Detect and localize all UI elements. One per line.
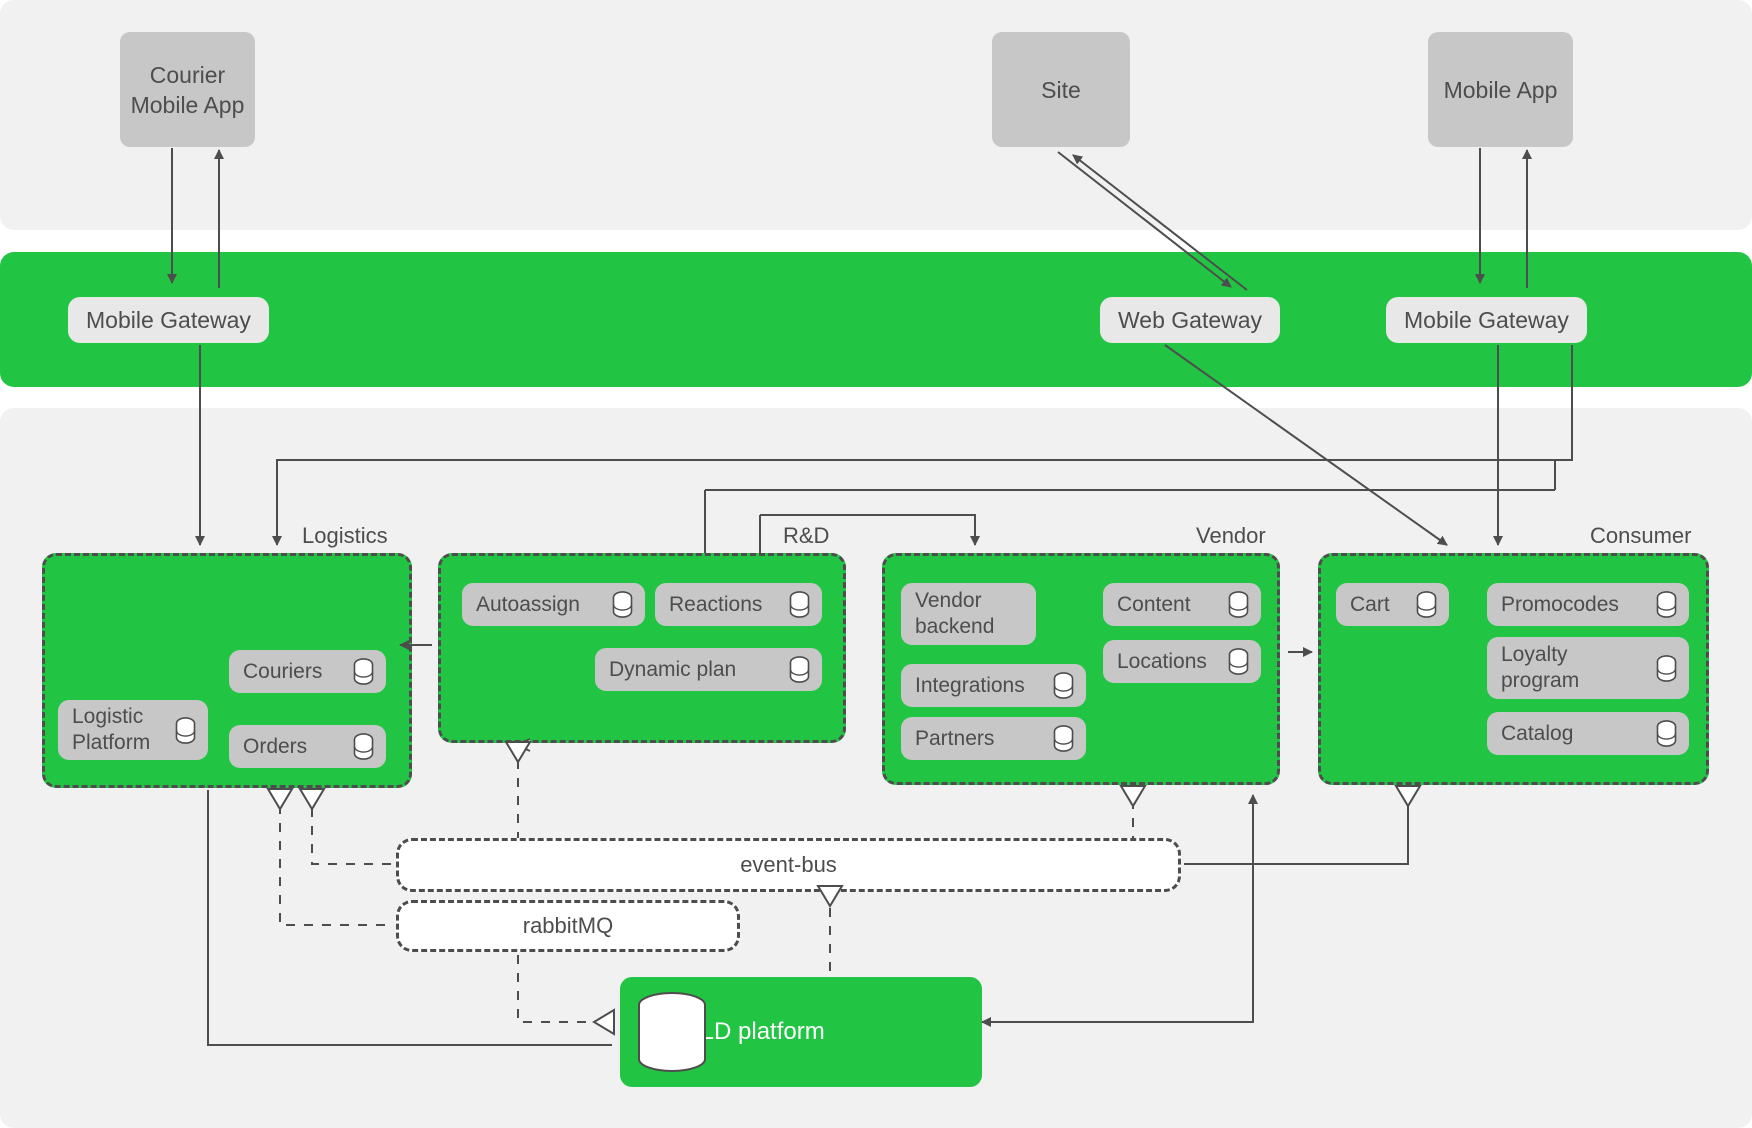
service-catalog[interactable]: Catalog (1487, 712, 1689, 755)
mysql-database-icon (638, 992, 706, 1072)
database-icon (1053, 725, 1074, 752)
database-icon (1228, 591, 1249, 618)
database-icon (1656, 654, 1677, 682)
gateway-label: Mobile Gateway (1404, 306, 1569, 333)
bus-event-bus[interactable]: event-bus (396, 838, 1181, 892)
database-icon (353, 658, 374, 685)
service-label: Cart (1350, 592, 1390, 616)
service-label: Dynamic plan (609, 657, 737, 681)
group-logistics-label: Logistics (302, 523, 388, 548)
bus-label: rabbitMQ (522, 913, 614, 938)
client-courier-mobile-app[interactable]: Courier Mobile App (120, 32, 255, 147)
bus-rabbitmq[interactable]: rabbitMQ (396, 900, 740, 952)
service-loyalty-program[interactable]: Loyalty program (1487, 637, 1689, 699)
service-locations[interactable]: Locations (1103, 640, 1261, 683)
database-icon (1053, 672, 1074, 699)
client-label: Mobile App (1443, 76, 1558, 103)
service-label: Couriers (243, 659, 323, 683)
gateway-web[interactable]: Web Gateway (1100, 297, 1281, 343)
gateway-label: Mobile Gateway (86, 306, 251, 333)
service-cart[interactable]: Cart (1336, 583, 1449, 626)
database-icon (1416, 591, 1437, 618)
client-mobile-app[interactable]: Mobile App (1428, 32, 1573, 147)
group-consumer-label: Consumer (1590, 523, 1692, 548)
service-content[interactable]: Content (1103, 583, 1261, 626)
service-label: Orders (243, 734, 308, 758)
service-partners[interactable]: Partners (901, 717, 1086, 760)
old-platform[interactable]: MySQL OLD platform (620, 977, 982, 1087)
service-couriers[interactable]: Couriers (229, 650, 386, 693)
service-orders[interactable]: Orders (229, 725, 386, 768)
service-label: Vendor backend (915, 589, 995, 638)
service-label: Integrations (915, 673, 1025, 697)
database-icon (1656, 591, 1677, 618)
service-label: Reactions (669, 592, 763, 616)
service-label: Promocodes (1501, 592, 1619, 616)
database-icon (789, 656, 810, 683)
service-label: Logistic Platform (72, 705, 151, 754)
service-label: Partners (915, 726, 995, 750)
service-label: Content (1117, 592, 1191, 616)
group-rnd-label: R&D (783, 523, 830, 548)
database-icon (1228, 648, 1249, 675)
client-site[interactable]: Site (992, 32, 1130, 147)
service-reactions[interactable]: Reactions (655, 583, 822, 626)
database-icon (175, 716, 196, 744)
bus-label: event-bus (740, 852, 837, 877)
client-label: Courier Mobile App (130, 61, 245, 118)
database-icon (1656, 720, 1677, 747)
service-integrations[interactable]: Integrations (901, 664, 1086, 707)
gateway-mobile-right[interactable]: Mobile Gateway (1386, 297, 1587, 343)
service-vendor-backend[interactable]: Vendor backend (901, 583, 1036, 645)
service-autoassign[interactable]: Autoassign (462, 583, 645, 626)
client-label: Site (1041, 76, 1081, 103)
service-label: Autoassign (476, 592, 580, 616)
gateway-label: Web Gateway (1118, 306, 1263, 333)
gateway-mobile-left[interactable]: Mobile Gateway (68, 297, 269, 343)
service-dynamic-plan[interactable]: Dynamic plan (595, 648, 822, 691)
group-vendor-label: Vendor (1196, 523, 1266, 548)
service-label: Catalog (1501, 721, 1574, 745)
database-icon (612, 591, 633, 618)
architecture-diagram: Courier Mobile App Site Mobile App Mobil… (0, 0, 1752, 1128)
service-promocodes[interactable]: Promocodes (1487, 583, 1689, 626)
database-icon (353, 733, 374, 760)
service-logistic-platform[interactable]: Logistic Platform (58, 700, 208, 760)
service-label: Loyalty program (1501, 643, 1580, 692)
database-icon (789, 591, 810, 618)
service-label: Locations (1117, 649, 1207, 673)
